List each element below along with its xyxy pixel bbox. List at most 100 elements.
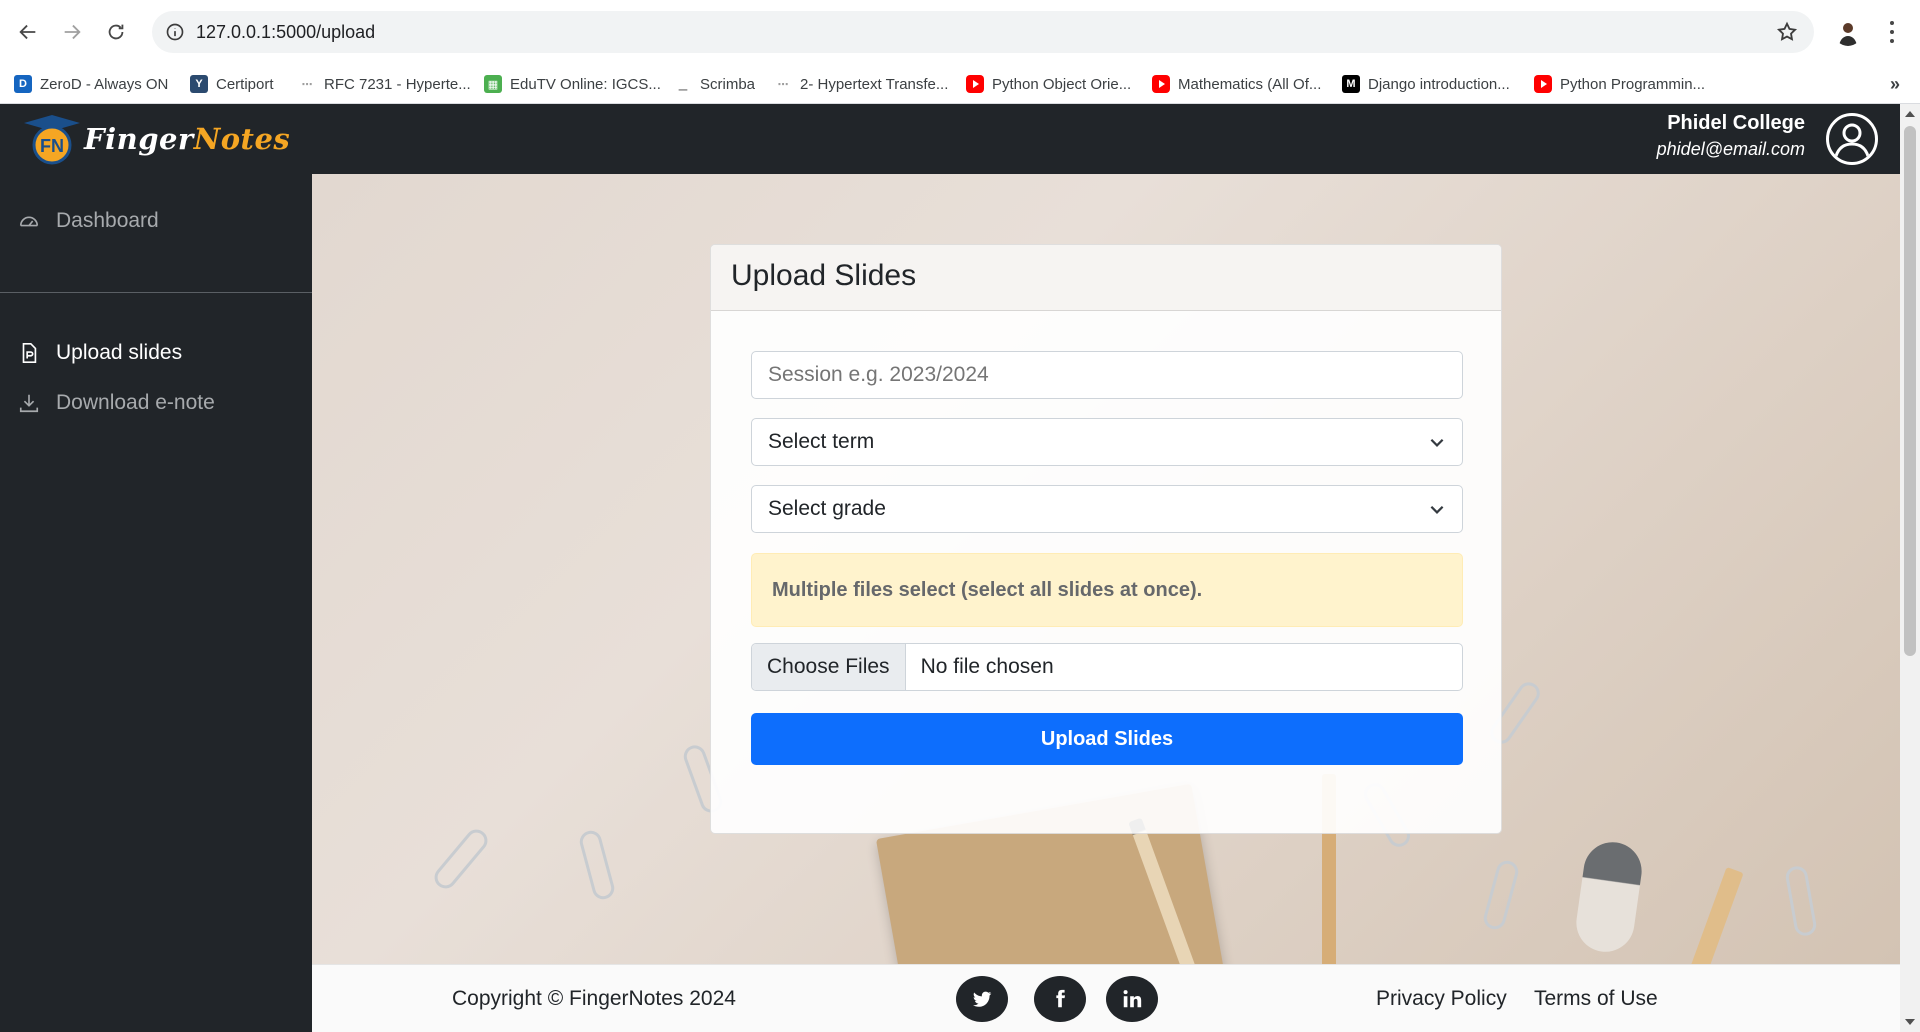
bookmark-item[interactable]: ▦ EduTV Online: IGCS... bbox=[484, 74, 661, 94]
logo-badge-icon: FN bbox=[18, 113, 86, 165]
back-arrow-icon bbox=[19, 24, 36, 40]
bookmark-label: Mathematics (All Of... bbox=[1178, 75, 1322, 93]
bookmark-label: Scrimba bbox=[700, 75, 756, 93]
site-info-icon[interactable] bbox=[165, 22, 185, 42]
bookmark-item[interactable]: Python Object Orie... bbox=[966, 74, 1131, 94]
back-button[interactable] bbox=[10, 14, 46, 50]
bookmark-label: 2- Hypertext Transfe... bbox=[800, 75, 949, 93]
scroll-thumb[interactable] bbox=[1904, 126, 1916, 656]
file-input[interactable]: Choose Files No file chosen bbox=[751, 643, 1463, 691]
bookmark-item[interactable]: Python Programmin... bbox=[1534, 74, 1705, 94]
footer: Copyright © FingerNotes 2024 Privacy Pol… bbox=[312, 964, 1900, 1032]
paperclip-decoration bbox=[1481, 858, 1521, 932]
paperclip-decoration bbox=[1784, 864, 1818, 938]
user-circle-icon bbox=[1834, 123, 1870, 157]
privacy-policy-link[interactable]: Privacy Policy bbox=[1376, 987, 1507, 1011]
paperclip-decoration bbox=[430, 825, 492, 893]
bookmark-label: ZeroD - Always ON bbox=[40, 75, 169, 93]
bookmark-item[interactable]: D ZeroD - Always ON bbox=[14, 74, 168, 94]
sidebar-item-label: Dashboard bbox=[56, 209, 159, 232]
sidebar-item-label: Download e-note bbox=[56, 391, 215, 414]
reload-button[interactable] bbox=[98, 14, 134, 50]
chevron-down-icon bbox=[1430, 505, 1444, 514]
facebook-icon bbox=[1056, 989, 1066, 1008]
reload-icon bbox=[108, 24, 124, 40]
sidebar-item-label: Upload slides bbox=[56, 341, 183, 364]
file-status: No file chosen bbox=[920, 655, 1054, 678]
http-doc-icon: ⋯ bbox=[777, 78, 789, 91]
term-select[interactable]: Select term bbox=[751, 418, 1463, 466]
term-select-value: Select term bbox=[768, 430, 875, 453]
user-email: phidel@email.com bbox=[1656, 139, 1805, 159]
bookmark-item[interactable]: ⋯ 2- Hypertext Transfe... bbox=[774, 74, 949, 94]
scroll-up-icon[interactable] bbox=[1905, 111, 1915, 117]
twitter-link[interactable] bbox=[956, 976, 1008, 1022]
sidebar-divider bbox=[0, 292, 312, 293]
bookmark-star-icon[interactable] bbox=[1776, 21, 1798, 43]
bookmark-label: Python Programmin... bbox=[1560, 75, 1706, 93]
bookmark-item[interactable]: M Django introduction... bbox=[1342, 74, 1510, 94]
copyright-text: Copyright © FingerNotes 2024 bbox=[452, 987, 736, 1010]
speedometer-icon bbox=[19, 216, 39, 227]
twitter-icon bbox=[973, 991, 992, 1007]
choose-files-button[interactable]: Choose Files bbox=[752, 644, 906, 690]
linkedin-link[interactable] bbox=[1106, 976, 1158, 1022]
paperclip-decoration bbox=[577, 828, 617, 902]
pencil-decoration bbox=[1658, 866, 1744, 964]
youtube-icon bbox=[966, 75, 984, 93]
page-scrollbar[interactable] bbox=[1900, 104, 1920, 1032]
certiport-icon: Y bbox=[190, 75, 208, 93]
forward-button[interactable] bbox=[54, 14, 90, 50]
bookmark-item[interactable]: ⋯ RFC 7231 - Hyperte... bbox=[298, 74, 471, 94]
linkedin-icon bbox=[1123, 990, 1142, 1008]
fingernotes-logo[interactable]: FN FingerNotes bbox=[18, 109, 290, 169]
sidebar-item-download-e-note[interactable]: Download e-note bbox=[18, 388, 215, 418]
grade-select[interactable]: Select grade bbox=[751, 485, 1463, 533]
upload-slides-button[interactable]: Upload Slides bbox=[751, 713, 1463, 765]
sidebar-item-dashboard[interactable]: Dashboard bbox=[18, 206, 159, 236]
youtube-icon bbox=[1152, 75, 1170, 93]
bookmark-item[interactable]: ▁ Scrimba bbox=[674, 74, 755, 94]
top-navbar: FN FingerNotes Phidel College phidel@ema… bbox=[0, 104, 1900, 174]
person-photo-icon bbox=[1839, 23, 1857, 46]
medium-icon: M bbox=[1342, 75, 1360, 93]
more-bookmarks-button[interactable]: » bbox=[1890, 74, 1900, 95]
facebook-link[interactable] bbox=[1034, 976, 1086, 1022]
user-info: Phidel College phidel@email.com bbox=[1657, 112, 1805, 160]
upload-card: Upload Slides Select term Select grade M… bbox=[710, 244, 1502, 834]
grade-select-value: Select grade bbox=[768, 497, 886, 520]
sidebar: Dashboard Upload slides Download e-note bbox=[0, 174, 312, 1032]
logo-text: FingerNotes bbox=[84, 122, 291, 156]
download-icon bbox=[19, 394, 39, 413]
sidebar-item-upload-slides[interactable]: Upload slides bbox=[18, 338, 182, 368]
bookmark-label: Certiport bbox=[216, 75, 274, 93]
session-input[interactable] bbox=[751, 351, 1463, 399]
browser-toolbar: 127.0.0.1:5000/upload bbox=[0, 0, 1920, 64]
url-text[interactable]: 127.0.0.1:5000/upload bbox=[196, 22, 375, 43]
address-bar[interactable]: 127.0.0.1:5000/upload bbox=[152, 11, 1814, 53]
bookmark-label: RFC 7231 - Hyperte... bbox=[324, 75, 471, 93]
user-name: Phidel College bbox=[1667, 112, 1805, 134]
info-alert: Multiple files select (select all slides… bbox=[751, 553, 1463, 627]
browser-menu-icon[interactable] bbox=[1884, 18, 1900, 46]
main-content: Upload Slides Select term Select grade M… bbox=[312, 174, 1900, 964]
svg-text:FN: FN bbox=[40, 136, 64, 156]
youtube-icon bbox=[1534, 75, 1552, 93]
terms-of-use-link[interactable]: Terms of Use bbox=[1534, 987, 1658, 1011]
file-icon bbox=[22, 343, 37, 363]
scrimba-icon: ▁ bbox=[678, 78, 688, 91]
bookmark-item[interactable]: Y Certiport bbox=[190, 74, 274, 94]
app-root: FN FingerNotes Phidel College phidel@ema… bbox=[0, 104, 1900, 1032]
bookmark-label: EduTV Online: IGCS... bbox=[510, 75, 661, 93]
card-title: Upload Slides bbox=[711, 245, 1501, 311]
bookmark-label: Python Object Orie... bbox=[992, 75, 1132, 93]
bookmarks-bar: D ZeroD - Always ON Y Certiport ⋯ RFC 72… bbox=[0, 64, 1920, 104]
profile-avatar[interactable] bbox=[1834, 18, 1862, 46]
scroll-down-icon[interactable] bbox=[1905, 1019, 1915, 1025]
user-avatar[interactable] bbox=[1826, 113, 1878, 165]
chevron-down-icon bbox=[1430, 438, 1444, 447]
eraser-decoration bbox=[1572, 838, 1646, 956]
edutv-icon: ▦ bbox=[484, 75, 502, 93]
bookmark-label: Django introduction... bbox=[1368, 75, 1510, 93]
bookmark-item[interactable]: Mathematics (All Of... bbox=[1152, 74, 1321, 94]
